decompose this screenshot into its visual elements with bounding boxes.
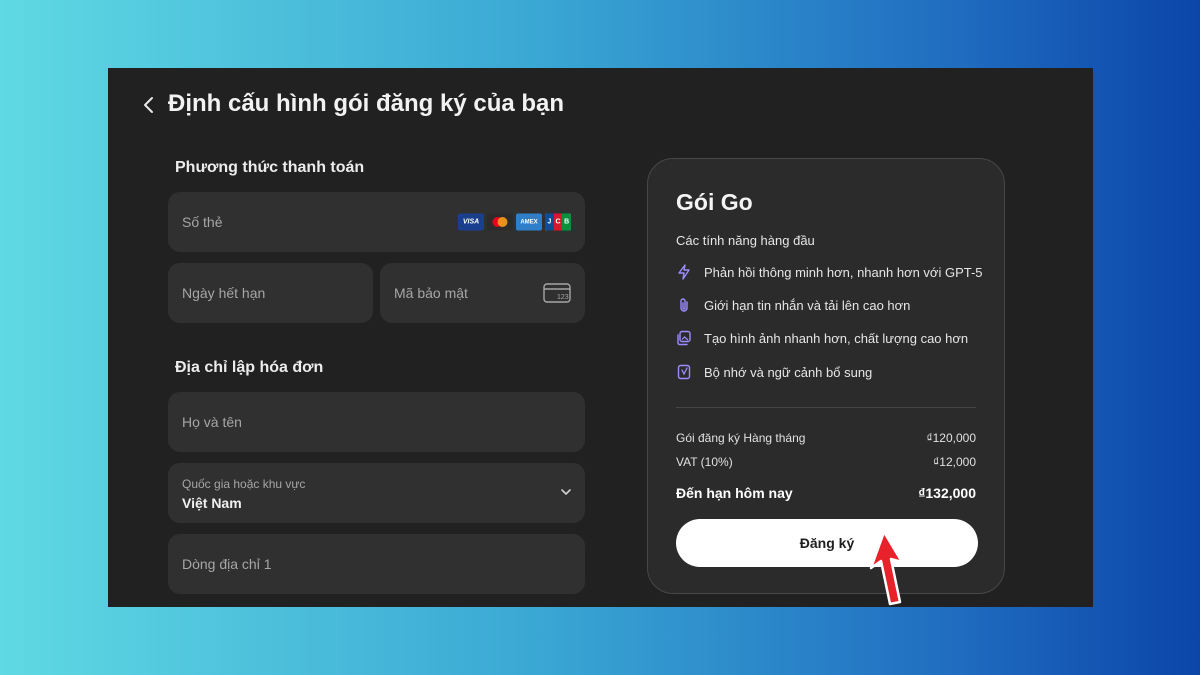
security-code-field[interactable]: Mã bảo mật 123 bbox=[380, 263, 585, 323]
expiry-date-field[interactable]: Ngày hết hạn bbox=[168, 263, 373, 323]
subscription-window: Định cấu hình gói đăng ký của bạn Phương… bbox=[108, 68, 1093, 607]
card-brand-logos: VISA AMEX JCB bbox=[458, 213, 571, 231]
back-button[interactable] bbox=[138, 94, 160, 116]
country-select[interactable]: Quốc gia hoặc khu vực Việt Nam bbox=[168, 463, 585, 523]
subscription-price: ₫120,000 bbox=[926, 431, 976, 445]
subscribe-button[interactable]: Đăng ký bbox=[676, 519, 978, 567]
images-icon bbox=[676, 330, 692, 346]
address-line-1-label: Dòng địa chỉ 1 bbox=[182, 556, 272, 572]
card-number-label: Số thẻ bbox=[182, 214, 223, 230]
card-number-field[interactable]: Số thẻ VISA AMEX JCB bbox=[168, 192, 585, 252]
memory-icon bbox=[676, 364, 692, 380]
country-label: Quốc gia hoặc khu vực bbox=[182, 477, 306, 491]
amex-logo: AMEX bbox=[516, 213, 542, 231]
feature-text: Bộ nhớ và ngữ cảnh bổ sung bbox=[704, 364, 873, 380]
card-cvc-icon: 123 bbox=[543, 283, 571, 303]
lightning-icon bbox=[676, 264, 692, 280]
feature-text: Phản hồi thông minh hơn, nhanh hơn với G… bbox=[704, 264, 983, 280]
feature-item: Phản hồi thông minh hơn, nhanh hơn với G… bbox=[676, 262, 983, 282]
chevron-left-icon bbox=[144, 97, 153, 113]
vat-row: VAT (10%) ₫12,000 bbox=[676, 455, 976, 469]
feature-text: Tạo hình ảnh nhanh hơn, chất lượng cao h… bbox=[704, 330, 969, 346]
cvc-icon-text: 123 bbox=[557, 294, 569, 301]
paperclip-icon bbox=[676, 297, 692, 313]
country-value: Việt Nam bbox=[182, 495, 242, 511]
feature-item: Giới hạn tin nhắn và tải lên cao hơn bbox=[676, 295, 910, 315]
page-title: Định cấu hình gói đăng ký của bạn bbox=[168, 90, 565, 117]
vat-price: ₫12,000 bbox=[933, 455, 976, 469]
feature-item: Tạo hình ảnh nhanh hơn, chất lượng cao h… bbox=[676, 328, 968, 348]
full-name-label: Họ và tên bbox=[182, 414, 242, 430]
total-price: ₫132,000 bbox=[918, 485, 976, 501]
subscription-label: Gói đăng ký Hàng tháng bbox=[676, 431, 806, 445]
payment-section-title: Phương thức thanh toán bbox=[175, 159, 365, 176]
chevron-down-icon bbox=[561, 489, 571, 495]
features-title: Các tính năng hàng đầu bbox=[676, 233, 815, 248]
total-label: Đến hạn hôm nay bbox=[676, 485, 793, 501]
total-row: Đến hạn hôm nay ₫132,000 bbox=[676, 485, 976, 501]
feature-item: Bộ nhớ và ngữ cảnh bổ sung bbox=[676, 362, 872, 382]
annotation-arrow-icon bbox=[869, 530, 904, 606]
mastercard-logo bbox=[487, 213, 513, 231]
vat-label: VAT (10%) bbox=[676, 455, 733, 469]
address-line-1-field[interactable]: Dòng địa chỉ 1 bbox=[168, 534, 585, 594]
feature-text: Giới hạn tin nhắn và tải lên cao hơn bbox=[704, 297, 911, 313]
full-name-field[interactable]: Họ và tên bbox=[168, 392, 585, 452]
jcb-logo: JCB bbox=[545, 213, 571, 231]
visa-logo: VISA bbox=[458, 213, 484, 231]
billing-section-title: Địa chỉ lập hóa đơn bbox=[175, 359, 324, 376]
security-code-label: Mã bảo mật bbox=[394, 285, 468, 301]
expiry-date-label: Ngày hết hạn bbox=[182, 285, 266, 301]
plan-name: Gói Go bbox=[676, 189, 753, 215]
plan-summary-card: Gói Go Các tính năng hàng đầu Phản hồi t… bbox=[647, 158, 1005, 594]
divider bbox=[676, 407, 976, 408]
subscription-price-row: Gói đăng ký Hàng tháng ₫120,000 bbox=[676, 431, 976, 445]
